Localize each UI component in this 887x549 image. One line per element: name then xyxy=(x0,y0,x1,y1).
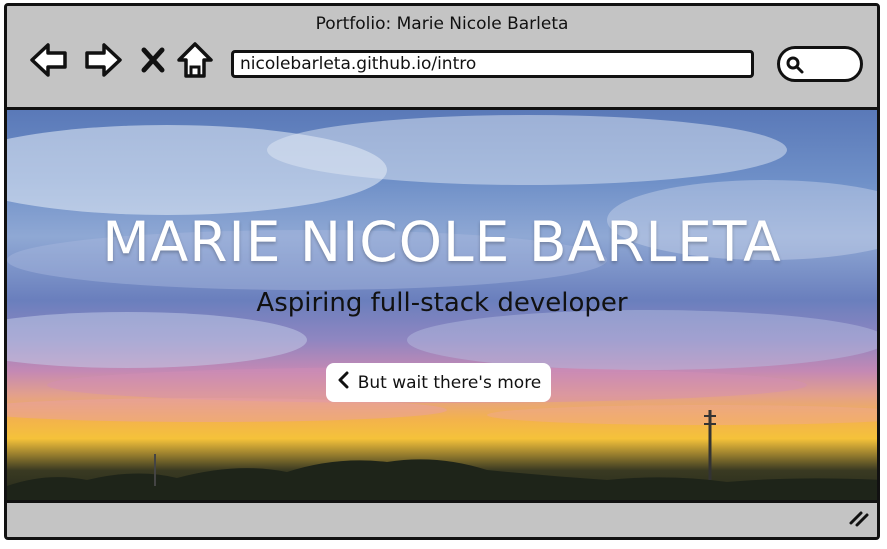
more-button-label: But wait there's more xyxy=(357,372,542,393)
browser-window: Portfolio: Marie Nicole Barleta nicoleba… xyxy=(4,3,880,540)
browser-toolbar: Portfolio: Marie Nicole Barleta nicoleba… xyxy=(7,6,877,110)
chevron-left-icon xyxy=(336,371,350,394)
more-button[interactable]: But wait there's more xyxy=(326,363,551,402)
search-icon xyxy=(785,55,805,79)
hero-section: MARIE NICOLE BARLETA Aspiring full-stack… xyxy=(7,110,877,506)
back-icon[interactable] xyxy=(27,38,71,82)
resize-handle-icon[interactable] xyxy=(847,507,871,533)
status-bar xyxy=(7,500,877,537)
forward-icon[interactable] xyxy=(81,38,125,82)
address-bar[interactable]: nicolebarleta.github.io/intro xyxy=(231,50,754,78)
hero-subtitle: Aspiring full-stack developer xyxy=(256,288,628,318)
search-input[interactable] xyxy=(777,46,863,82)
close-icon[interactable] xyxy=(131,38,175,82)
hero-title: MARIE NICOLE BARLETA xyxy=(102,210,782,274)
home-icon[interactable] xyxy=(173,38,217,82)
window-title: Portfolio: Marie Nicole Barleta xyxy=(315,14,569,34)
